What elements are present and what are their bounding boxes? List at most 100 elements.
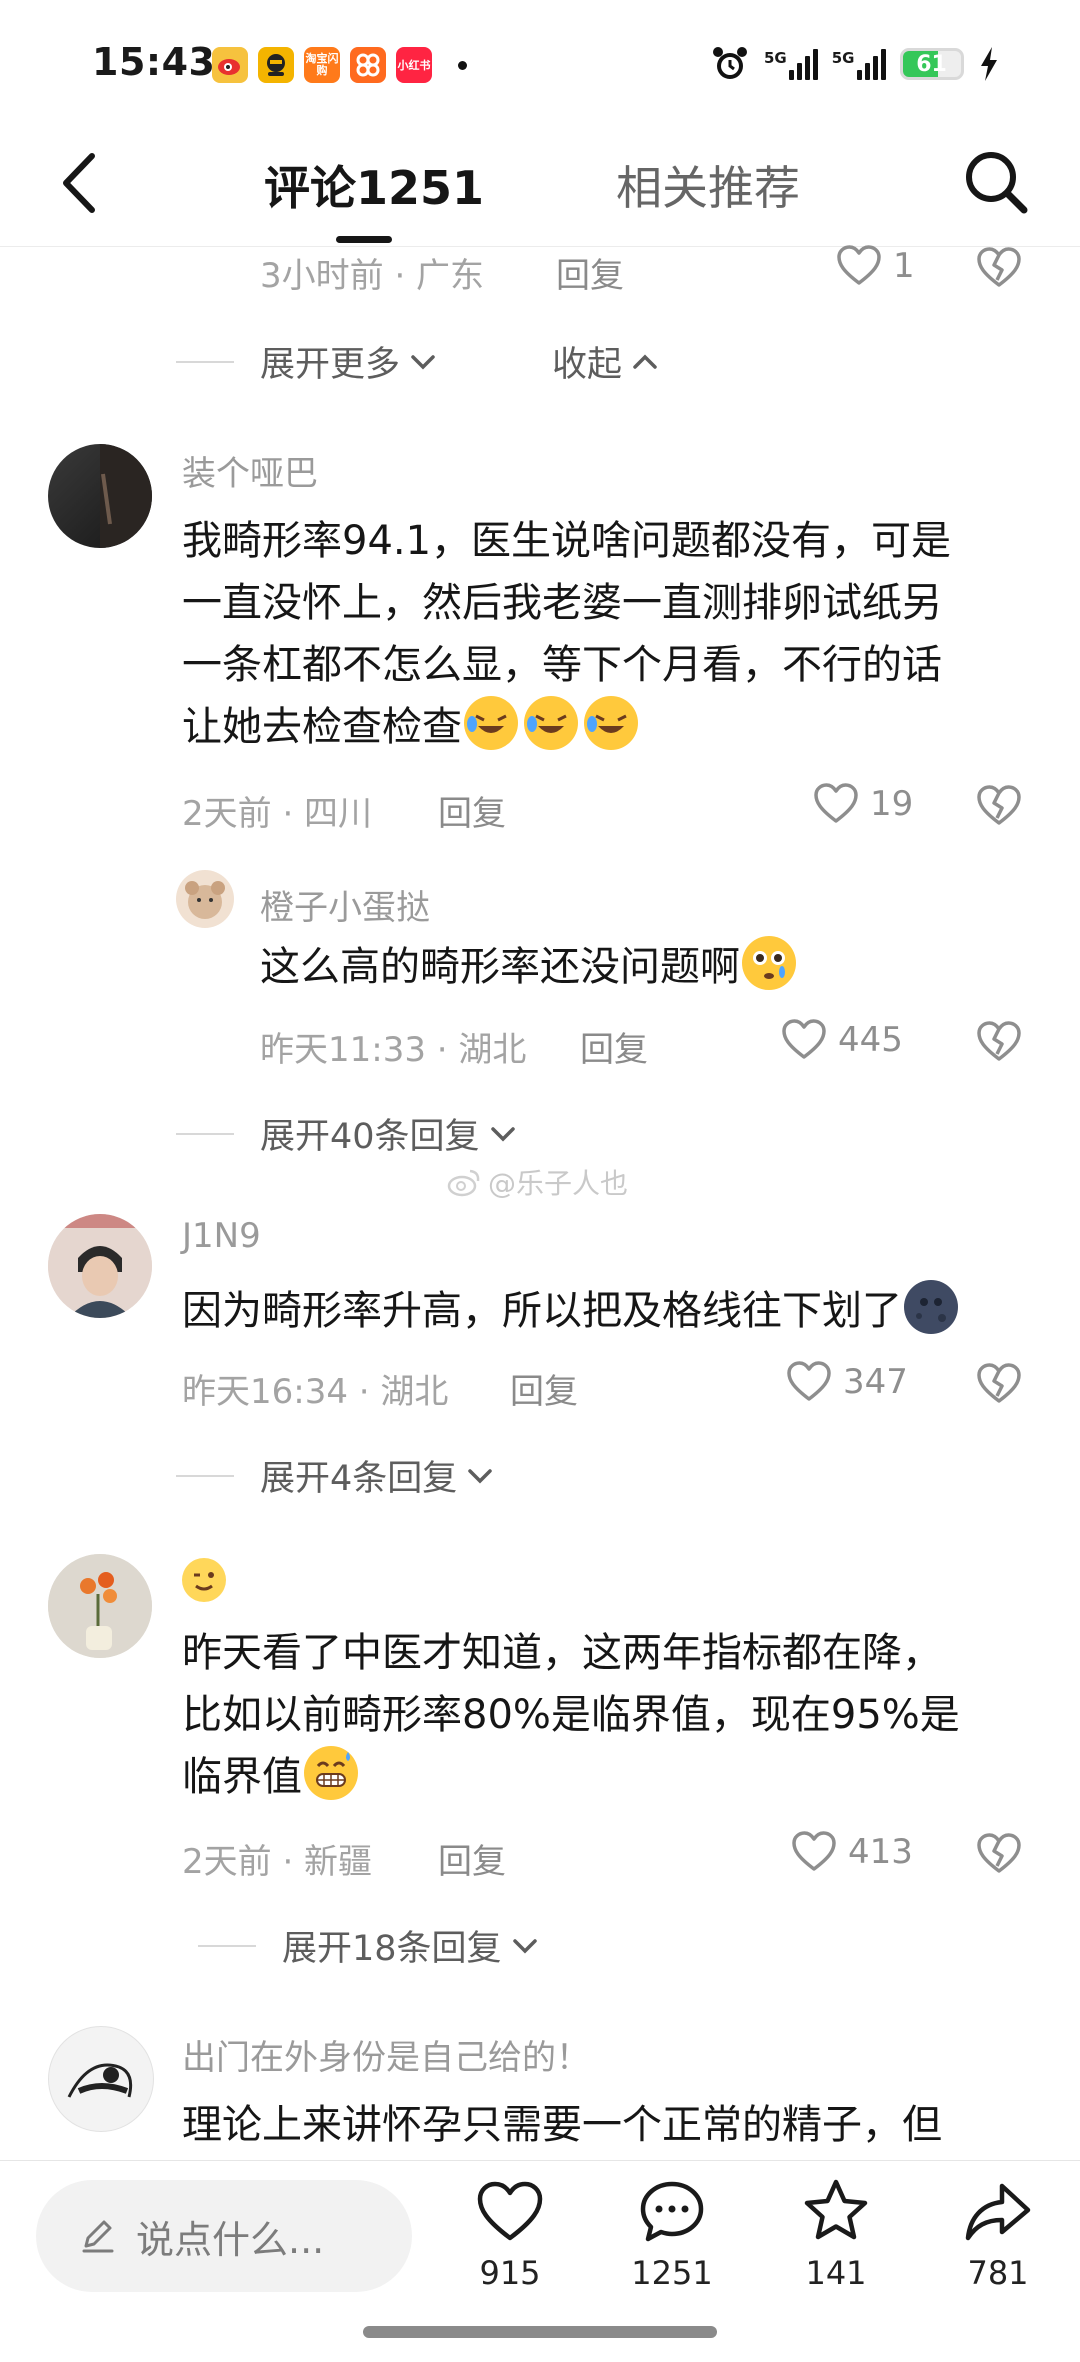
expand-line [198,1944,256,1947]
like-button[interactable]: 413 [790,1828,913,1876]
like-count: 1 [893,246,915,286]
network-type-2: 5G [831,48,855,67]
charging-icon [980,47,997,81]
rofl-emoji-icon [584,696,638,750]
active-tab-indicator [336,236,392,243]
app-icon-yellow [258,47,294,83]
avatar[interactable] [48,444,152,548]
heart-icon [782,1019,826,1059]
reply-text: 这么高的畸形率还没问题啊 [260,936,796,998]
comment-bubble-icon [640,2181,704,2242]
collapse-button[interactable]: 收起 [552,336,660,387]
weibo-icon [447,1169,480,1197]
reply-button[interactable]: 回复 [438,1834,506,1883]
reply-button[interactable]: 回复 [438,786,506,835]
comment-count: 1251 [631,2254,713,2292]
comment-meta: 2天前 · 新疆 [182,1842,373,1882]
notification-icons: 淘宝闪购 小红书 [212,47,467,83]
app-icon-orange [350,47,386,83]
comment-username[interactable]: 装个哑巴 [182,446,318,495]
grimacing-sweat-emoji-icon [304,1746,358,1800]
xiaohongshu-app-icon: 小红书 [396,47,432,83]
heart-icon [792,1831,836,1871]
tab-comments[interactable]: 评论1251 [264,152,484,218]
reply-button[interactable]: 回复 [510,1364,578,1413]
taobao-shangou-app-icon-label: 淘宝闪购 [305,52,339,77]
like-action[interactable]: 915 [450,2176,570,2292]
like-button[interactable]: 347 [785,1358,908,1406]
reply-button[interactable]: 回复 [556,248,624,297]
comment-input[interactable]: 说点什么... [36,2180,412,2292]
comment-line: 一条杠都不怎么显，等下个月看，不行的话 [182,642,942,688]
rofl-emoji-icon [524,696,578,750]
search-button[interactable] [958,144,1034,220]
expand-replies-button[interactable]: 展开40条回复 [176,1108,518,1159]
chevron-up-icon [633,354,657,369]
comment-line-last: 让她去检查检查 [182,696,1042,758]
tab-related[interactable]: 相关推荐 [616,152,800,218]
new-moon-face-emoji-icon [904,1280,958,1334]
share-action[interactable]: 781 [938,2176,1058,2292]
expand-replies-button[interactable]: 展开4条回复 [176,1450,495,1501]
expand-replies-label: 展开40条回复 [260,1117,480,1157]
avatar[interactable] [176,870,234,928]
collapse-label: 收起 [552,345,623,385]
heart-icon [787,1361,831,1401]
signal-1: 5G [764,48,818,80]
expand-line [176,360,234,363]
comment-action[interactable]: 1251 [612,2176,732,2292]
favorite-action[interactable]: 141 [776,2176,896,2292]
comment-username[interactable]: 出门在外身份是自己给的！ [182,2030,590,2079]
battery-indicator: 61 [899,48,964,80]
signal-2: 5G [831,48,886,80]
like-button[interactable]: 445 [780,1016,903,1064]
like-button[interactable]: 1 [835,242,915,290]
taobao-shangou-app-icon: 淘宝闪购 [304,47,340,83]
comment-username[interactable]: J1N9 [182,1216,261,1256]
reply-button[interactable]: 回复 [580,1022,648,1071]
avatar[interactable] [48,1214,152,1318]
like-count: 347 [843,1362,908,1402]
avatar[interactable] [48,2026,154,2132]
dislike-button[interactable] [975,1018,1023,1066]
like-button[interactable]: 19 [812,780,913,828]
comment-meta: 昨天16:34 · 湖北 [182,1372,449,1412]
expand-more-button[interactable]: 展开更多 [176,336,438,387]
expand-more-label: 展开更多 [260,345,401,385]
comment-text: 昨天看了中医才知道，这两年指标都在降， 比如以前畸形率80%是临界值，现在95%… [182,1622,1062,1808]
more-notifications-dot [458,60,467,70]
back-button[interactable] [56,148,106,218]
expand-replies-label: 展开18条回复 [282,1929,502,1969]
like-count: 445 [838,1020,903,1060]
dislike-button[interactable] [975,244,1023,292]
chevron-down-icon [490,1126,515,1141]
home-indicator[interactable] [363,2326,717,2338]
heart-icon [814,783,858,823]
star-icon [804,2179,868,2240]
dislike-button[interactable] [975,1830,1023,1878]
comment-text: 我畸形率94.1，医生说啥问题都没有，可是 一直没怀上，然后我老婆一直测排卵试纸… [182,510,1042,758]
comment-text: 理论上来讲怀孕只需要一个正常的精子，但 [182,2102,942,2148]
like-count: 19 [870,784,914,824]
dislike-button[interactable] [975,782,1023,830]
signal-bars-2-icon [856,48,886,80]
reply-meta: 昨天11:33 · 湖北 [260,1030,527,1070]
dislike-button[interactable] [975,1360,1023,1408]
comment-text: 因为畸形率升高，所以把及格线往下划了 [182,1280,1062,1342]
network-type-1: 5G [764,48,787,67]
heart-icon [477,2181,543,2241]
watermark-text: @乐子人也 [488,1167,629,1200]
heart-icon [837,245,881,285]
avatar[interactable] [48,1554,152,1658]
reply-username[interactable]: 橙子小蛋挞 [260,880,430,929]
status-time: 15:43 [92,40,216,84]
expand-replies-button[interactable]: 展开18条回复 [198,1920,540,1971]
comment-meta: 3小时前 · 广东 [260,256,485,296]
like-count: 915 [479,2254,541,2292]
chevron-down-icon [468,1468,493,1483]
share-arrow-icon [965,2183,1031,2241]
expand-line [176,1474,234,1477]
like-count: 413 [848,1832,913,1872]
comment-line: 让她去检查检查 [182,704,462,750]
chevron-down-icon [411,354,435,369]
